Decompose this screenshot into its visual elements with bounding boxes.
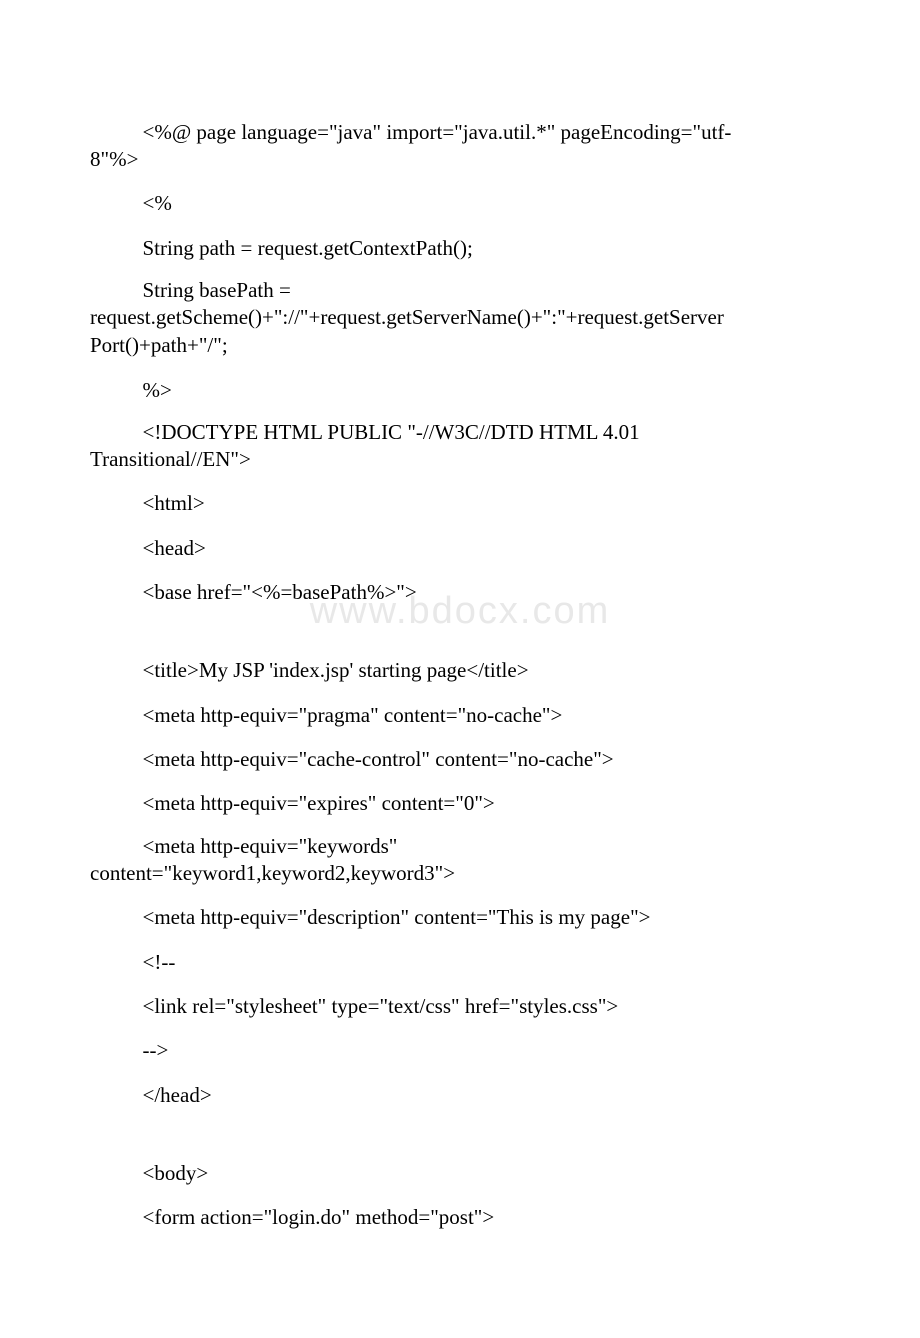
- code-text: content="keyword1,keyword2,keyword3">: [90, 859, 830, 887]
- code-line: String basePath = request.getScheme()+":…: [90, 278, 830, 360]
- code-line: String path = request.getContextPath();: [90, 234, 830, 262]
- code-text: Transitional//EN">: [90, 445, 830, 473]
- code-line: <meta http-equiv="pragma" content="no-ca…: [90, 701, 830, 729]
- code-line: <%@ page language="java" import="java.ut…: [90, 120, 830, 173]
- code-line: %>: [90, 376, 830, 404]
- code-line: -->: [90, 1036, 830, 1064]
- code-text: <meta http-equiv="keywords": [90, 834, 830, 859]
- code-line: </head>: [90, 1081, 830, 1109]
- code-line: <base href="<%=basePath%>">: [90, 578, 830, 606]
- code-text: 8"%>: [90, 145, 830, 173]
- code-line: <title>My JSP 'index.jsp' starting page<…: [90, 656, 830, 684]
- code-line: <!--: [90, 948, 830, 976]
- code-text: Port()+path+"/";: [90, 331, 830, 359]
- code-line: <meta http-equiv="cache-control" content…: [90, 745, 830, 773]
- code-text: <!DOCTYPE HTML PUBLIC "-//W3C//DTD HTML …: [90, 420, 830, 445]
- code-line: <meta http-equiv="expires" content="0">: [90, 789, 830, 817]
- code-line: <head>: [90, 534, 830, 562]
- code-line: <form action="login.do" method="post">: [90, 1203, 830, 1231]
- code-text: String basePath =: [90, 278, 830, 303]
- code-line: <meta http-equiv="keywords" content="key…: [90, 834, 830, 887]
- code-line: <html>: [90, 489, 830, 517]
- code-text: request.getScheme()+"://"+request.getSer…: [90, 303, 830, 331]
- code-line: <!DOCTYPE HTML PUBLIC "-//W3C//DTD HTML …: [90, 420, 830, 473]
- code-line: <meta http-equiv="description" content="…: [90, 903, 830, 931]
- code-line: <%: [90, 189, 830, 217]
- code-line: <link rel="stylesheet" type="text/css" h…: [90, 992, 830, 1020]
- code-text: <%@ page language="java" import="java.ut…: [90, 120, 830, 145]
- code-line: <body>: [90, 1159, 830, 1187]
